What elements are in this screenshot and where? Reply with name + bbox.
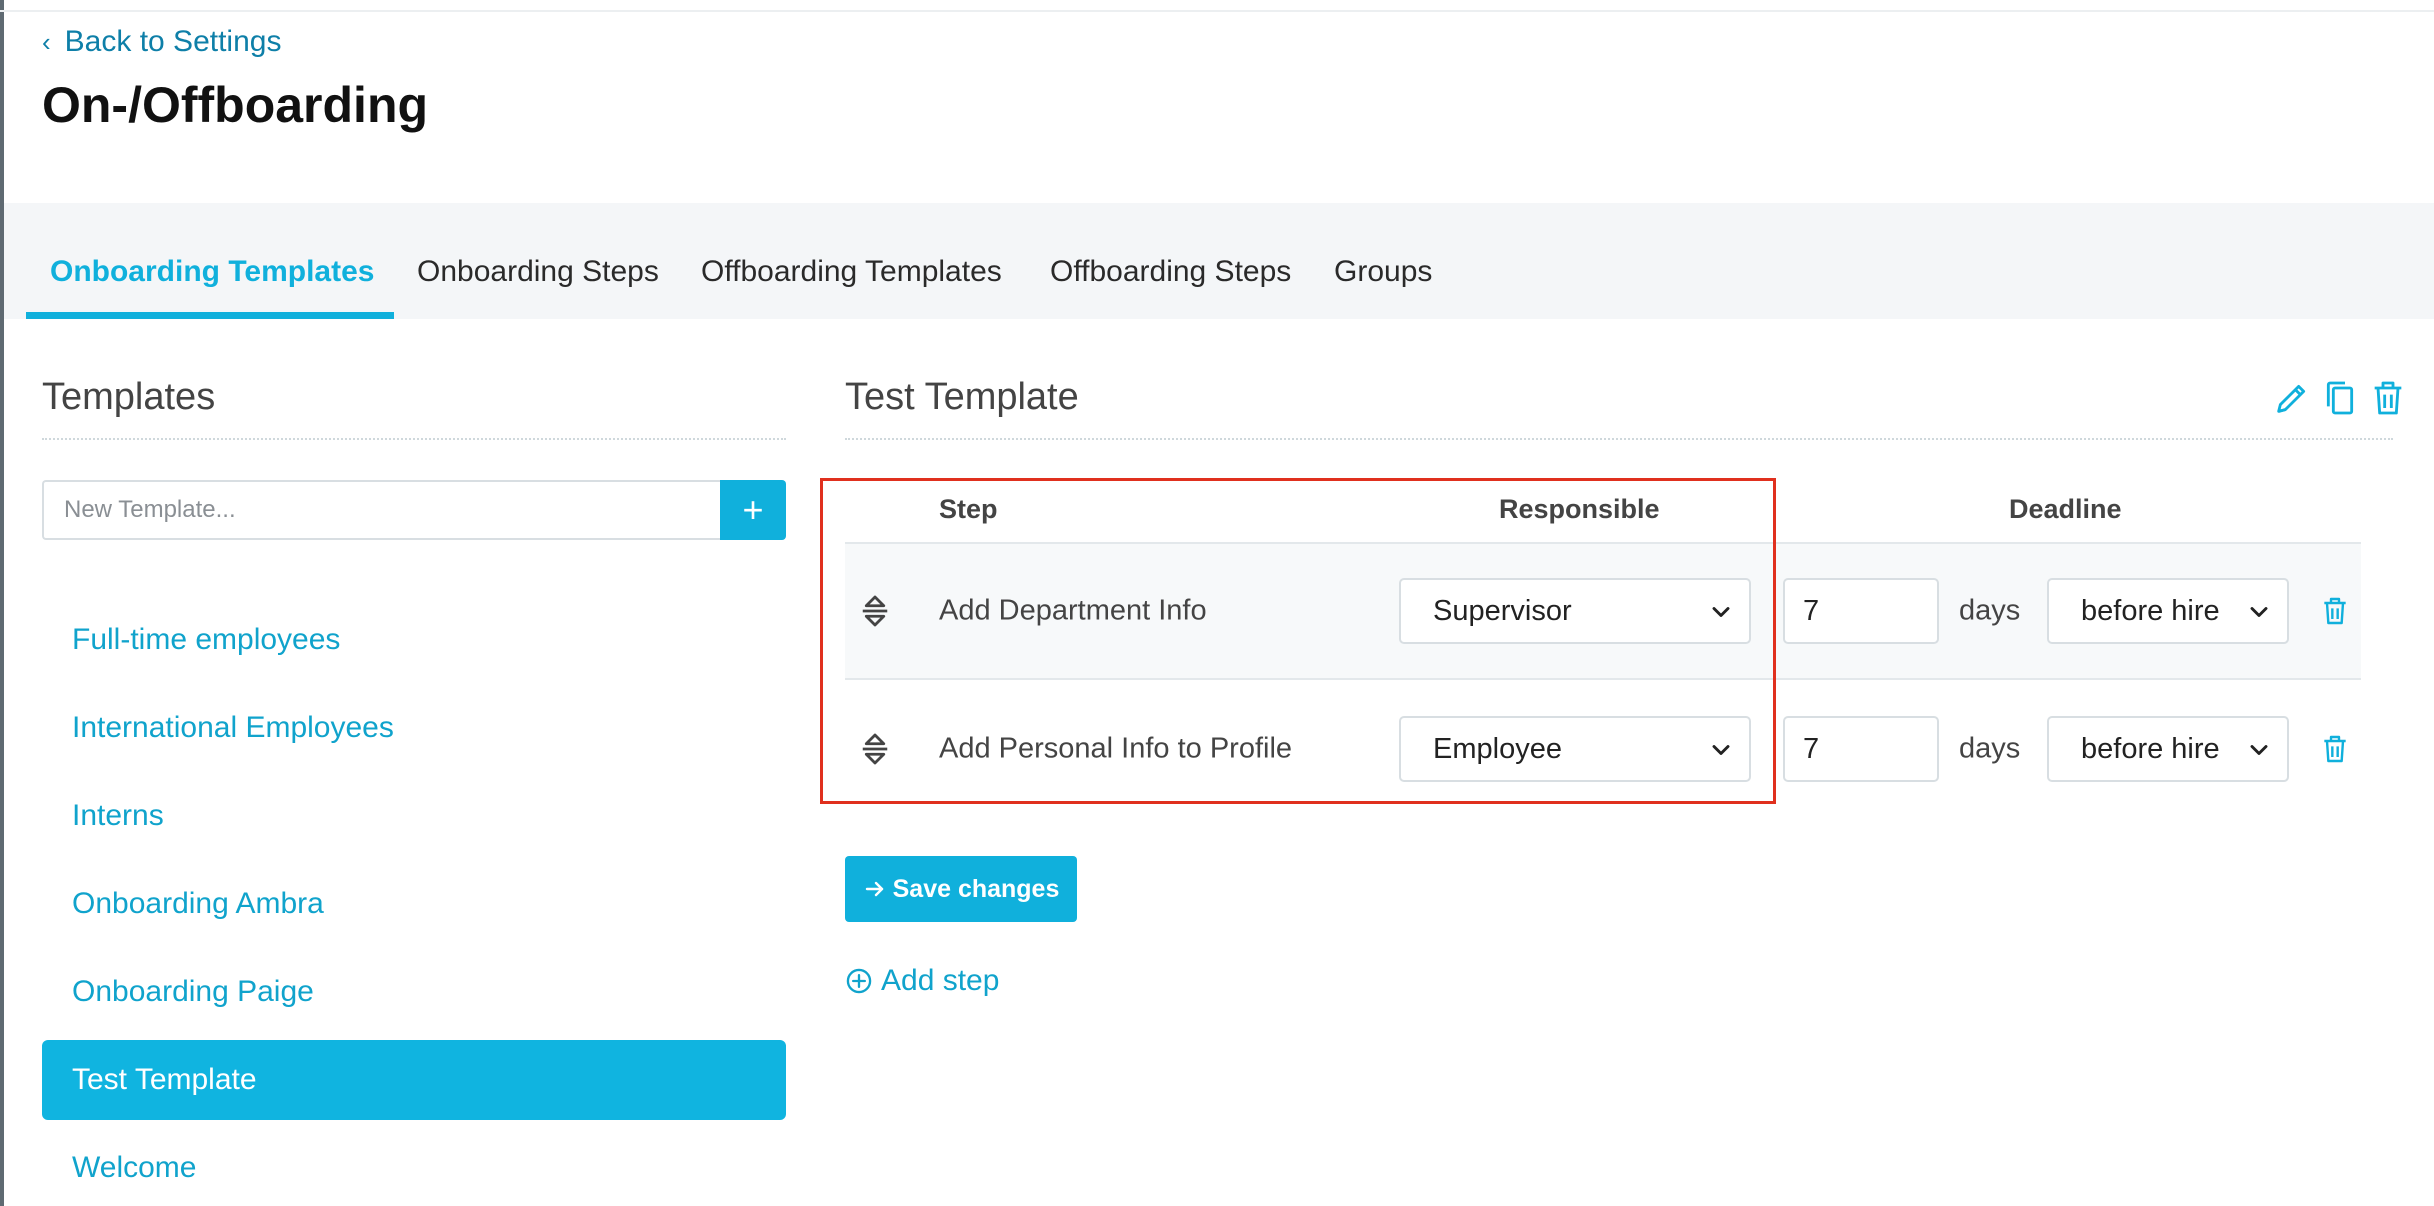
tab-offboarding-steps[interactable]: Offboarding Steps xyxy=(1050,255,1291,289)
days-label: days xyxy=(1959,732,2021,765)
step-name: Add Personal Info to Profile xyxy=(939,732,1293,765)
tab-groups[interactable]: Groups xyxy=(1334,255,1432,289)
back-to-settings-link[interactable]: ‹ Back to Settings xyxy=(42,25,281,59)
responsible-select[interactable]: Employee xyxy=(1399,716,1751,782)
step-row: Add Personal Info to Profile Employee da… xyxy=(845,680,2361,818)
template-list: Full-time employees International Employ… xyxy=(42,600,786,1206)
new-template-input[interactable] xyxy=(42,480,720,540)
template-item-interns[interactable]: Interns xyxy=(42,776,786,856)
template-title: Test Template xyxy=(845,376,1079,418)
arrow-right-icon xyxy=(865,881,883,897)
responsible-value: Employee xyxy=(1433,732,1562,765)
chevron-down-icon xyxy=(1712,745,1730,755)
chevron-down-icon xyxy=(2250,607,2268,617)
add-template-button[interactable]: + xyxy=(720,480,786,540)
add-step-link[interactable]: Add step xyxy=(845,964,999,998)
responsible-value: Supervisor xyxy=(1433,594,1572,627)
template-item-test-template[interactable]: Test Template xyxy=(42,1040,786,1120)
back-link-label: Back to Settings xyxy=(64,25,282,58)
deadline-timing-select[interactable]: before hire xyxy=(2047,716,2289,782)
active-tab-indicator xyxy=(26,312,394,319)
column-header-step: Step xyxy=(939,494,998,524)
deadline-timing-select[interactable]: before hire xyxy=(2047,578,2289,644)
deadline-days-input[interactable] xyxy=(1783,578,1939,644)
step-row: Add Department Info Supervisor days befo… xyxy=(845,542,2361,680)
template-item-welcome[interactable]: Welcome xyxy=(42,1128,786,1206)
chevron-down-icon xyxy=(2250,745,2268,755)
template-item-international-employees[interactable]: International Employees xyxy=(42,688,786,768)
chevron-down-icon xyxy=(1712,607,1730,617)
timing-value: before hire xyxy=(2081,732,2220,765)
deadline-days-input[interactable] xyxy=(1783,716,1939,782)
copy-icon[interactable] xyxy=(2320,378,2360,418)
template-item-onboarding-paige[interactable]: Onboarding Paige xyxy=(42,952,786,1032)
tab-offboarding-templates[interactable]: Offboarding Templates xyxy=(701,255,1002,289)
window-left-edge xyxy=(0,0,4,1206)
top-divider xyxy=(0,10,2434,12)
sidebar-divider xyxy=(42,438,786,440)
tab-onboarding-templates[interactable]: Onboarding Templates xyxy=(50,255,374,289)
template-item-full-time-employees[interactable]: Full-time employees xyxy=(42,600,786,680)
plus-circle-icon xyxy=(846,968,872,994)
add-step-label: Add step xyxy=(881,964,1000,997)
main-divider xyxy=(845,438,2393,440)
page-title: On-/Offboarding xyxy=(42,77,429,133)
chevron-left-icon: ‹ xyxy=(42,26,51,57)
template-item-onboarding-ambra[interactable]: Onboarding Ambra xyxy=(42,864,786,944)
new-template-form: + xyxy=(42,480,786,540)
tab-onboarding-steps[interactable]: Onboarding Steps xyxy=(417,255,659,289)
drag-handle-icon[interactable] xyxy=(861,593,889,629)
trash-icon[interactable] xyxy=(2368,378,2408,418)
save-changes-button[interactable]: Save changes xyxy=(845,856,1077,922)
responsible-select[interactable]: Supervisor xyxy=(1399,578,1751,644)
tabs-bar: Onboarding Templates Onboarding Steps Of… xyxy=(4,203,2434,319)
save-changes-label: Save changes xyxy=(892,874,1060,903)
step-name: Add Department Info xyxy=(939,594,1207,627)
template-actions xyxy=(2272,378,2408,418)
drag-handle-icon[interactable] xyxy=(861,731,889,767)
column-header-deadline: Deadline xyxy=(2009,494,2122,524)
trash-icon[interactable] xyxy=(2319,732,2351,766)
pencil-icon[interactable] xyxy=(2272,378,2312,418)
days-label: days xyxy=(1959,594,2021,627)
templates-heading: Templates xyxy=(42,376,216,418)
timing-value: before hire xyxy=(2081,594,2220,627)
trash-icon[interactable] xyxy=(2319,594,2351,628)
column-header-responsible: Responsible xyxy=(1499,494,1660,524)
